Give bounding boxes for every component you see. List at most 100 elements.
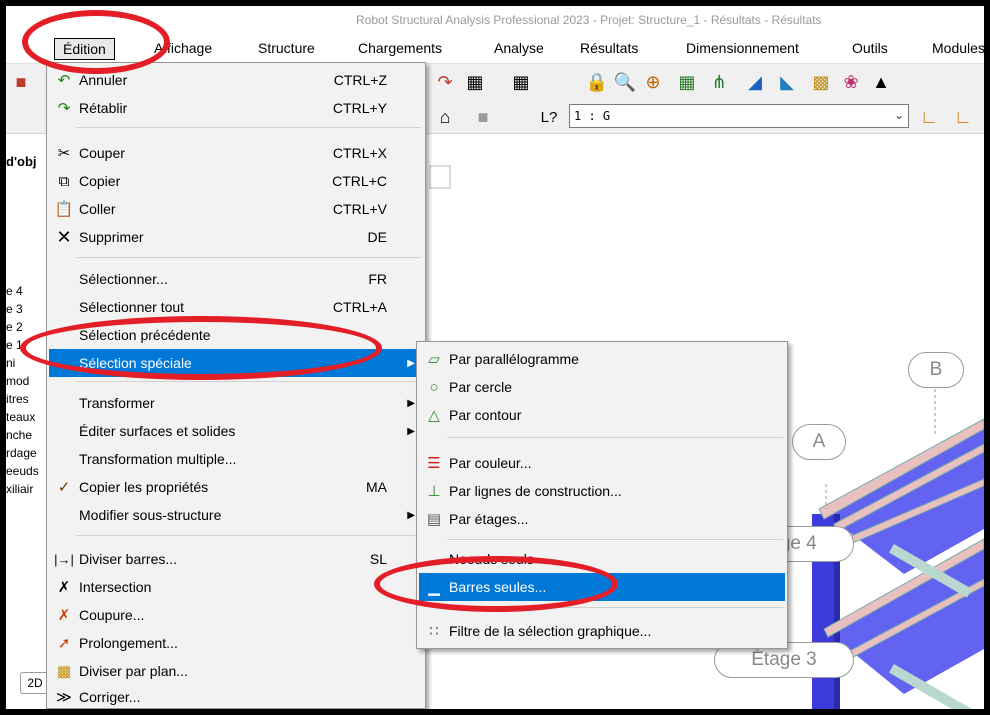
- menu-item-copier-proprietes[interactable]: ✓ Copier les propriétés MA: [49, 473, 423, 501]
- zoom-icon[interactable]: 🔍: [612, 69, 638, 95]
- menu-item-coupure[interactable]: ✗ Coupure...: [49, 601, 423, 629]
- grey-block-icon[interactable]: ■: [470, 104, 496, 130]
- menu-item-par-cercle[interactable]: ○ Par cercle: [419, 373, 785, 401]
- tree-item[interactable]: ni: [6, 356, 15, 370]
- special-selection-submenu: ▱ Par parallélogramme ○ Par cercle △ Par…: [416, 341, 788, 649]
- menu-item-label: Intersection: [79, 579, 152, 595]
- stories-icon: ▤: [426, 511, 442, 528]
- menu-item-transformation-multiple[interactable]: Transformation multiple...: [49, 445, 423, 473]
- window-title: Robot Structural Analysis Professional 2…: [356, 13, 822, 27]
- undo-arrow-icon[interactable]: ↷: [432, 69, 458, 95]
- menu-item-selectionner[interactable]: Sélectionner... FR: [49, 265, 423, 293]
- shortcut: CTRL+V: [332, 201, 387, 217]
- more-tools-icon[interactable]: ▲: [868, 69, 894, 95]
- title-bar: Robot Structural Analysis Professional 2…: [6, 6, 984, 34]
- menu-item-par-couleur[interactable]: ☰ Par couleur...: [419, 449, 785, 477]
- menu-edition[interactable]: Édition: [54, 38, 115, 60]
- menu-item-diviser-par-plan[interactable]: ▩ Diviser par plan...: [49, 657, 423, 685]
- menu-item-par-contour[interactable]: △ Par contour: [419, 401, 785, 429]
- menu-item-label: Noeuds seuls: [449, 551, 534, 567]
- tree-item[interactable]: e 1: [6, 338, 23, 352]
- mesh-icon[interactable]: ◣: [774, 69, 800, 95]
- shortcut: MA: [366, 479, 387, 495]
- load-definition-icon[interactable]: ∟: [916, 104, 942, 130]
- shortcut: FR: [368, 271, 387, 287]
- menu-item-diviser-barres[interactable]: |→| Diviser barres... SL: [49, 545, 423, 573]
- menu-item-label: Coller: [79, 201, 116, 217]
- tree-item[interactable]: e 2: [6, 320, 23, 334]
- menu-analyse[interactable]: Analyse: [486, 38, 552, 60]
- tree-item[interactable]: e 3: [6, 302, 23, 316]
- structure-3d-icon[interactable]: ❀: [838, 69, 864, 95]
- menu-item-couper[interactable]: ✂ Couper CTRL+X: [49, 139, 423, 167]
- tree-item[interactable]: mod: [6, 374, 29, 388]
- menu-separator: [77, 257, 421, 258]
- menu-item-transformer[interactable]: Transformer ▶: [49, 389, 423, 417]
- menu-item-corriger[interactable]: ≫ Corriger...: [49, 683, 423, 709]
- load-case-icon[interactable]: L​?: [536, 104, 562, 130]
- tree-item[interactable]: rdage: [6, 446, 37, 460]
- axes-icon[interactable]: ⋔: [706, 69, 732, 95]
- menu-item-par-parallelogramme[interactable]: ▱ Par parallélogramme: [419, 345, 785, 373]
- menu-item-copier[interactable]: ⧉ Copier CTRL+C: [49, 167, 423, 195]
- calculation-notes-icon[interactable]: ▦: [508, 69, 534, 95]
- menu-item-barres-seules[interactable]: ▁ Barres seules...: [419, 573, 785, 601]
- menu-item-retablir[interactable]: ↷ Rétablir CTRL+Y: [49, 94, 423, 122]
- tree-item[interactable]: eeuds: [6, 464, 39, 478]
- axis-label-b: B: [908, 352, 964, 388]
- tree-item[interactable]: teaux: [6, 410, 35, 424]
- menu-item-modifier-sous-structure[interactable]: Modifier sous-structure ▶: [49, 501, 423, 529]
- menu-item-selection-speciale[interactable]: Sélection spéciale ▶: [49, 349, 423, 377]
- menu-item-prolongement[interactable]: ➚ Prolongement...: [49, 629, 423, 657]
- divide-bars-icon: |→|: [54, 551, 74, 567]
- menu-item-editer-surfaces[interactable]: Éditer surfaces et solides ▶: [49, 417, 423, 445]
- menu-item-noeuds-seuls[interactable]: ‥ Noeuds seuls: [419, 545, 785, 573]
- load-table-icon[interactable]: ∟: [950, 104, 976, 130]
- node-numbers-icon[interactable]: ▦: [674, 69, 700, 95]
- menu-dimensionnement[interactable]: Dimensionnement: [678, 38, 807, 60]
- intersection-icon: ✗: [57, 579, 71, 596]
- menu-resultats[interactable]: Résultats: [572, 38, 646, 60]
- calculator-icon[interactable]: ▦: [462, 69, 488, 95]
- menu-chargements[interactable]: Chargements: [350, 38, 450, 60]
- menu-affichage[interactable]: Affichage: [146, 38, 220, 60]
- menu-item-label: Diviser barres...: [79, 551, 178, 567]
- menu-bar: Édition Affichage Structure Chargements …: [6, 34, 984, 64]
- menu-outils[interactable]: Outils: [844, 38, 896, 60]
- view-house-icon[interactable]: ⌂: [432, 104, 458, 130]
- copy-icon: ⧉: [58, 172, 70, 190]
- construction-lines-icon: ⊥: [427, 483, 441, 500]
- cut-line-icon: ✗: [57, 607, 71, 624]
- tree-item[interactable]: itres: [6, 392, 29, 406]
- contour-select-icon: △: [428, 407, 440, 424]
- section-icon[interactable]: ◢: [742, 69, 768, 95]
- menu-item-coller[interactable]: 📋 Coller CTRL+V: [49, 195, 423, 223]
- submenu-arrow-icon: ▶: [407, 425, 415, 437]
- save-icon[interactable]: ■: [8, 69, 34, 95]
- menu-item-label: Transformer: [79, 395, 155, 411]
- menu-item-label: Coupure...: [79, 607, 145, 623]
- menu-modules[interactable]: Modules: [924, 38, 984, 60]
- lock-icon[interactable]: 🔒: [584, 69, 610, 95]
- menu-item-filtre-selection[interactable]: ∷ Filtre de la sélection graphique...: [419, 617, 785, 645]
- nodes-only-icon: ‥: [428, 551, 439, 568]
- brush-icon: ✓: [57, 479, 71, 496]
- menu-item-par-lignes-construction[interactable]: ⊥ Par lignes de construction...: [419, 477, 785, 505]
- menu-item-supprimer[interactable]: ✕ Supprimer DE: [49, 223, 423, 251]
- menu-file-stub[interactable]: [6, 38, 20, 60]
- menu-item-intersection[interactable]: ✗ Intersection: [49, 573, 423, 601]
- shortcut: DE: [367, 229, 387, 245]
- menu-item-label: Rétablir: [79, 100, 128, 116]
- menu-item-annuler[interactable]: ↶ Annuler CTRL+Z: [49, 66, 423, 94]
- tree-item[interactable]: nche: [6, 428, 32, 442]
- menu-item-selectionner-tout[interactable]: Sélectionner tout CTRL+A: [49, 293, 423, 321]
- material-icon[interactable]: ▩: [808, 69, 834, 95]
- menu-item-selection-precedente[interactable]: Sélection précédente: [49, 321, 423, 349]
- tree-item[interactable]: e 4: [6, 284, 23, 298]
- menu-item-label: Par cercle: [449, 379, 513, 395]
- menu-item-par-etages[interactable]: ▤ Par étages...: [419, 505, 785, 533]
- tree-item[interactable]: xiliair: [6, 482, 33, 496]
- menu-structure[interactable]: Structure: [250, 38, 323, 60]
- pan-icon[interactable]: ⊕: [640, 69, 666, 95]
- load-case-select[interactable]: 1 : G ⌄: [569, 104, 909, 128]
